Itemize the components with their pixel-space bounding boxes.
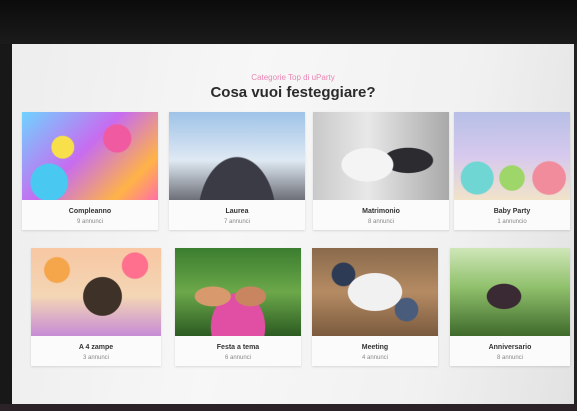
- category-image-anniversario[interactable]: [450, 248, 570, 336]
- category-name[interactable]: Laurea: [169, 208, 305, 215]
- photo-frame: Categorie Top di uParty Cosa vuoi festeg…: [0, 0, 577, 411]
- category-count: 8 annunci: [367, 219, 395, 225]
- category-count: 8 annunci: [496, 355, 524, 361]
- category-image-festa-a-tema[interactable]: [175, 248, 301, 336]
- category-name[interactable]: A 4 zampe: [31, 344, 161, 351]
- monitor-bezel-top: [0, 0, 577, 44]
- category-name[interactable]: Festa a tema: [175, 344, 301, 351]
- category-name[interactable]: Compleanno: [22, 208, 158, 215]
- category-image-meeting[interactable]: [312, 248, 438, 336]
- category-card-matrimonio[interactable]: Matrimonio 8 annunci: [313, 112, 449, 230]
- category-name[interactable]: Anniversario: [450, 344, 570, 351]
- category-count: 1 annuncio: [497, 219, 527, 225]
- category-image-a-4-zampe[interactable]: [31, 248, 161, 336]
- category-count: 6 annunci: [224, 355, 252, 361]
- category-image-matrimonio[interactable]: [313, 112, 449, 200]
- category-image-baby-party[interactable]: [454, 112, 570, 200]
- category-card-meeting[interactable]: Meeting 4 annunci: [312, 248, 438, 366]
- monitor-bezel-bottom: [0, 404, 577, 411]
- category-count: 9 annunci: [76, 219, 104, 225]
- web-page: Categorie Top di uParty Cosa vuoi festeg…: [12, 44, 574, 406]
- category-count: 7 annunci: [223, 219, 251, 225]
- category-name[interactable]: Matrimonio: [313, 208, 449, 215]
- category-count: 4 annunci: [361, 355, 389, 361]
- category-card-baby-party[interactable]: Baby Party 1 annuncio: [454, 112, 570, 230]
- section-title: Cosa vuoi festeggiare?: [210, 84, 376, 101]
- category-image-compleanno[interactable]: [22, 112, 158, 200]
- category-card-anniversario[interactable]: Anniversario 8 annunci: [450, 248, 570, 366]
- category-name[interactable]: Baby Party: [454, 208, 570, 215]
- category-name[interactable]: Meeting: [312, 344, 438, 351]
- category-count: 3 annunci: [82, 355, 110, 361]
- category-card-festa-a-tema[interactable]: Festa a tema 6 annunci: [175, 248, 301, 366]
- category-card-laurea[interactable]: Laurea 7 annunci: [169, 112, 305, 230]
- section-eyebrow: Categorie Top di uParty: [251, 73, 335, 82]
- category-card-compleanno[interactable]: Compleanno 9 annunci: [22, 112, 158, 230]
- monitor-bezel-left: [0, 44, 12, 406]
- category-card-a-4-zampe[interactable]: A 4 zampe 3 annunci: [31, 248, 161, 366]
- category-image-laurea[interactable]: [169, 112, 305, 200]
